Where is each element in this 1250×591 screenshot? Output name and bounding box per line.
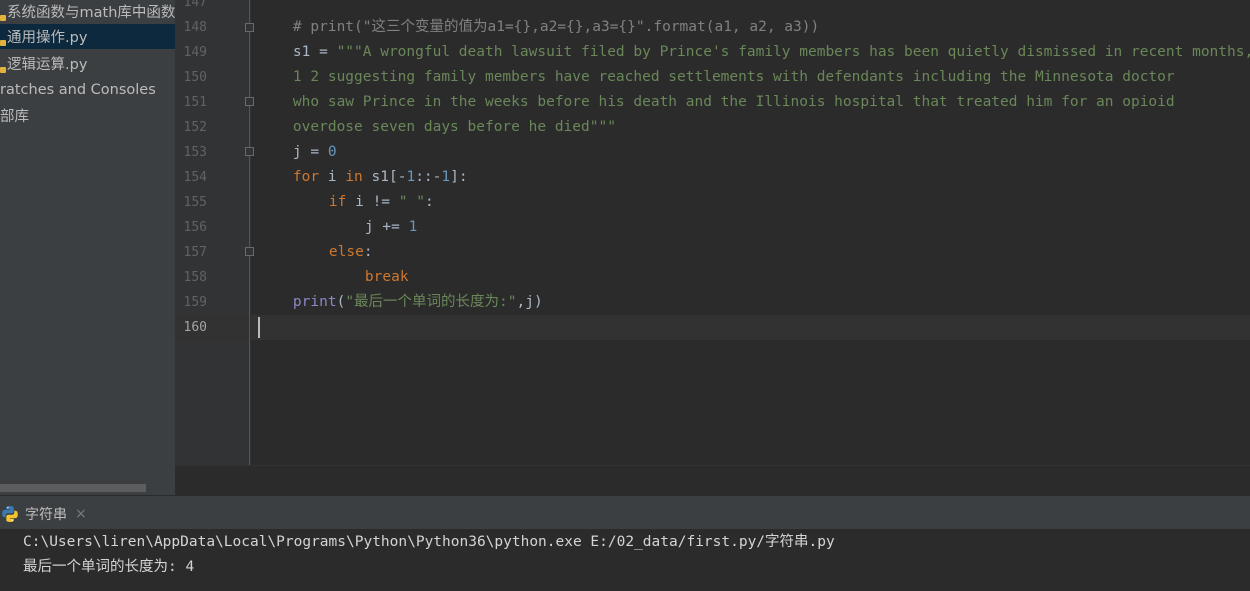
code-number: 1 bbox=[441, 169, 451, 185]
line-number: 158 bbox=[183, 270, 207, 285]
code-token: ( bbox=[336, 294, 346, 310]
line-number: 152 bbox=[183, 120, 207, 135]
code-line-158: print("最后一个单词的长度为:",j) bbox=[258, 265, 543, 310]
run-output-console[interactable]: C:\Users\liren\AppData\Local\Programs\Py… bbox=[0, 529, 1250, 591]
line-number: 149 bbox=[183, 45, 207, 60]
line-number: 154 bbox=[183, 170, 207, 185]
line-number: 159 bbox=[183, 295, 207, 310]
tree-item-system-functions[interactable]: 系统函数与math库中函数 bbox=[0, 0, 175, 24]
code-token: ,j) bbox=[516, 294, 543, 310]
text-caret bbox=[258, 317, 260, 338]
fold-marker-icon[interactable] bbox=[245, 23, 254, 32]
tree-item-label: 逻辑运算.py bbox=[7, 57, 88, 73]
code-line-148: s1 = """A wrongful death lawsuit filed b… bbox=[258, 15, 1250, 60]
code-line-150: who saw Prince in the weeks before his d… bbox=[258, 65, 1175, 110]
line-number: 150 bbox=[183, 70, 207, 85]
run-panel-header: 字符串 × bbox=[0, 495, 1250, 529]
code-line-153: for i in s1[-1::-1]: bbox=[258, 140, 468, 185]
fold-marker-icon[interactable] bbox=[245, 247, 254, 256]
code-editor[interactable]: 147 148 149 150 151 152 153 154 155 156 … bbox=[175, 0, 1250, 495]
gutter-separator bbox=[249, 0, 250, 465]
tree-item-label: 系统函数与math库中函数 bbox=[7, 5, 175, 21]
tree-item-label: 部库 bbox=[0, 109, 29, 125]
line-number: 157 bbox=[183, 245, 207, 260]
tree-item-label: 通用操作.py bbox=[7, 30, 88, 46]
fold-marker-icon[interactable] bbox=[245, 147, 254, 156]
tree-item-external-libs[interactable]: 部库 bbox=[0, 103, 175, 128]
sidebar-scrollbar[interactable] bbox=[0, 484, 146, 492]
close-icon[interactable]: × bbox=[75, 506, 87, 522]
code-token: ]: bbox=[450, 169, 468, 185]
line-number: 153 bbox=[183, 145, 207, 160]
python-logo-icon bbox=[1, 505, 19, 523]
line-number: 147 bbox=[183, 0, 207, 10]
line-number: 151 bbox=[183, 95, 207, 110]
line-number: 156 bbox=[183, 220, 207, 235]
editor-bottom-strip bbox=[175, 465, 1250, 495]
python-file-icon bbox=[0, 66, 6, 73]
code-line-149: 1 2 suggesting family members have reach… bbox=[258, 40, 1175, 85]
code-builtin: print bbox=[292, 294, 337, 310]
code-string: "最后一个单词的长度为:" bbox=[345, 294, 517, 310]
code-line-156: else: bbox=[294, 215, 373, 260]
code-token: : bbox=[424, 194, 434, 210]
tree-item-label: ratches and Consoles bbox=[0, 81, 156, 98]
tree-item-scratches[interactable]: ratches and Consoles bbox=[0, 77, 175, 102]
code-line-157: break bbox=[330, 240, 409, 285]
tree-item-logic-ops[interactable]: 逻辑运算.py bbox=[0, 51, 175, 76]
tree-item-general-ops[interactable]: 通用操作.py bbox=[0, 24, 175, 49]
code-line-147: # print("这三个变量的值为a1={},a2={},a3={}".form… bbox=[258, 0, 819, 35]
project-tree: 系统函数与math库中函数 通用操作.py 逻辑运算.py ratches an… bbox=[0, 0, 175, 495]
run-tab-label: 字符串 bbox=[25, 507, 67, 523]
code-line-152: j = 0 bbox=[258, 115, 337, 160]
code-number: 1 bbox=[408, 219, 418, 235]
code-string: overdose seven days before he died""" bbox=[292, 119, 616, 135]
code-line-151: overdose seven days before he died""" bbox=[258, 90, 616, 135]
code-line-155: j += 1 bbox=[330, 190, 417, 235]
line-number: 155 bbox=[183, 195, 207, 210]
python-file-icon bbox=[0, 39, 6, 46]
run-tab[interactable]: 字符串 × bbox=[0, 501, 87, 527]
line-number: 148 bbox=[183, 20, 207, 35]
line-number-current: 160 bbox=[183, 320, 207, 335]
code-line-154: if i != " ": bbox=[294, 165, 434, 210]
python-file-icon bbox=[0, 14, 6, 21]
fold-marker-icon[interactable] bbox=[245, 97, 254, 106]
current-line-highlight bbox=[175, 315, 1250, 340]
console-line: C:\Users\liren\AppData\Local\Programs\Py… bbox=[23, 534, 835, 550]
console-line: 最后一个单词的长度为: 4 bbox=[23, 559, 195, 575]
